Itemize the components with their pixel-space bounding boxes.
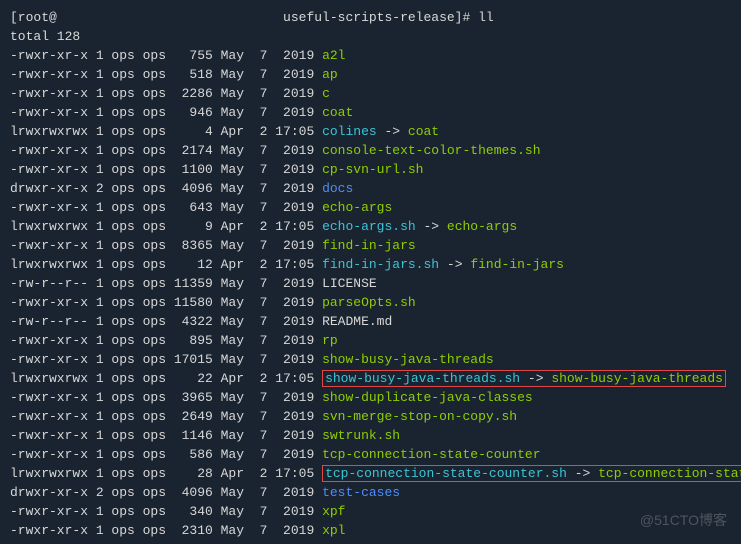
file-name: show-busy-java-threads <box>322 352 494 367</box>
file-name: LICENSE <box>322 276 377 291</box>
file-row: -rw-r--r-- 1 ops ops 11359 May 7 2019 LI… <box>10 274 731 293</box>
file-meta: -rwxr-xr-x 1 ops ops 946 May 7 2019 <box>10 105 322 120</box>
file-name: test-cases <box>322 485 400 500</box>
file-row: -rwxr-xr-x 1 ops ops 1100 May 7 2019 cp-… <box>10 160 731 179</box>
prompt-prefix: [root@ <box>10 10 57 25</box>
file-row: lrwxrwxrwx 1 ops ops 22 Apr 2 17:05 show… <box>10 369 731 388</box>
file-name: parseOpts.sh <box>322 295 416 310</box>
file-name: coat <box>322 105 353 120</box>
file-row: -rwxr-xr-x 1 ops ops 11580 May 7 2019 pa… <box>10 293 731 312</box>
file-name: a2l <box>322 48 345 63</box>
file-row: -rwxr-xr-x 1 ops ops 518 May 7 2019 ap <box>10 65 731 84</box>
prompt-redacted <box>57 10 275 25</box>
file-row: -rwxr-xr-x 1 ops ops 2286 May 7 2019 c <box>10 84 731 103</box>
file-name: README.md <box>322 314 392 329</box>
file-meta: -rwxr-xr-x 1 ops ops 1100 May 7 2019 <box>10 162 322 177</box>
command: ll <box>478 10 494 25</box>
file-name: show-duplicate-java-classes <box>322 390 533 405</box>
file-row: -rwxr-xr-x 1 ops ops 946 May 7 2019 coat <box>10 103 731 122</box>
file-name: xpl <box>322 523 345 538</box>
file-row: -rwxr-xr-x 1 ops ops 2174 May 7 2019 con… <box>10 141 731 160</box>
file-name: tcp-connection-state-counter.sh <box>325 466 567 481</box>
highlight-box: show-busy-java-threads.sh -> show-busy-j… <box>322 370 726 387</box>
file-meta: lrwxrwxrwx 1 ops ops 4 Apr 2 17:05 <box>10 124 322 139</box>
file-name: find-in-jars <box>322 238 416 253</box>
symlink-target: show-busy-java-threads <box>551 371 723 386</box>
symlink-arrow: -> <box>439 257 470 272</box>
file-row: lrwxrwxrwx 1 ops ops 28 Apr 2 17:05 tcp-… <box>10 464 731 483</box>
symlink-arrow: -> <box>567 466 598 481</box>
file-name: svn-merge-stop-on-copy.sh <box>322 409 517 424</box>
file-row: -rwxr-xr-x 1 ops ops 340 May 7 2019 xpf <box>10 502 731 521</box>
file-meta: lrwxrwxrwx 1 ops ops 28 Apr 2 17:05 <box>10 466 322 481</box>
file-row: drwxr-xr-x 2 ops ops 4096 May 7 2019 tes… <box>10 483 731 502</box>
file-row: -rwxr-xr-x 1 ops ops 643 May 7 2019 echo… <box>10 198 731 217</box>
file-meta: lrwxrwxrwx 1 ops ops 9 Apr 2 17:05 <box>10 219 322 234</box>
file-row: lrwxrwxrwx 1 ops ops 4 Apr 2 17:05 colin… <box>10 122 731 141</box>
file-name: show-busy-java-threads.sh <box>325 371 520 386</box>
file-meta: -rwxr-xr-x 1 ops ops 17015 May 7 2019 <box>10 352 322 367</box>
file-meta: -rwxr-xr-x 1 ops ops 2310 May 7 2019 <box>10 523 322 538</box>
file-name: find-in-jars.sh <box>322 257 439 272</box>
file-name: c <box>322 86 330 101</box>
watermark: @51CTO博客 <box>640 511 727 530</box>
file-meta: -rwxr-xr-x 1 ops ops 8365 May 7 2019 <box>10 238 322 253</box>
file-meta: -rwxr-xr-x 1 ops ops 755 May 7 2019 <box>10 48 322 63</box>
terminal-output: [root@ useful-scripts-release]# lltotal … <box>10 8 731 540</box>
prompt-line[interactable]: [root@ useful-scripts-release]# ll <box>10 8 731 27</box>
file-name: console-text-color-themes.sh <box>322 143 540 158</box>
file-row: -rwxr-xr-x 1 ops ops 2649 May 7 2019 svn… <box>10 407 731 426</box>
file-name: swtrunk.sh <box>322 428 400 443</box>
file-meta: -rwxr-xr-x 1 ops ops 643 May 7 2019 <box>10 200 322 215</box>
file-meta: -rwxr-xr-x 1 ops ops 11580 May 7 2019 <box>10 295 322 310</box>
file-meta: lrwxrwxrwx 1 ops ops 22 Apr 2 17:05 <box>10 371 322 386</box>
file-name: docs <box>322 181 353 196</box>
file-name: ap <box>322 67 338 82</box>
symlink-arrow: -> <box>377 124 408 139</box>
file-meta: -rwxr-xr-x 1 ops ops 2649 May 7 2019 <box>10 409 322 424</box>
symlink-target: echo-args <box>447 219 517 234</box>
file-meta: -rw-r--r-- 1 ops ops 4322 May 7 2019 <box>10 314 322 329</box>
prompt-suffix: useful-scripts-release]# <box>275 10 478 25</box>
file-row: -rwxr-xr-x 1 ops ops 895 May 7 2019 rp <box>10 331 731 350</box>
file-name: cp-svn-url.sh <box>322 162 423 177</box>
file-meta: -rwxr-xr-x 1 ops ops 518 May 7 2019 <box>10 67 322 82</box>
file-meta: -rwxr-xr-x 1 ops ops 895 May 7 2019 <box>10 333 322 348</box>
file-name: rp <box>322 333 338 348</box>
file-meta: -rwxr-xr-x 1 ops ops 2174 May 7 2019 <box>10 143 322 158</box>
file-name: echo-args.sh <box>322 219 416 234</box>
file-row: -rwxr-xr-x 1 ops ops 586 May 7 2019 tcp-… <box>10 445 731 464</box>
symlink-target: tcp-connection-state-counter <box>598 466 741 481</box>
file-row: drwxr-xr-x 2 ops ops 4096 May 7 2019 doc… <box>10 179 731 198</box>
file-name: tcp-connection-state-counter <box>322 447 540 462</box>
symlink-target: find-in-jars <box>470 257 564 272</box>
file-meta: drwxr-xr-x 2 ops ops 4096 May 7 2019 <box>10 485 322 500</box>
file-meta: -rwxr-xr-x 1 ops ops 2286 May 7 2019 <box>10 86 322 101</box>
file-meta: -rwxr-xr-x 1 ops ops 3965 May 7 2019 <box>10 390 322 405</box>
file-name: echo-args <box>322 200 392 215</box>
total-line: total 128 <box>10 27 731 46</box>
file-meta: -rwxr-xr-x 1 ops ops 1146 May 7 2019 <box>10 428 322 443</box>
file-meta: -rw-r--r-- 1 ops ops 11359 May 7 2019 <box>10 276 322 291</box>
file-row: -rwxr-xr-x 1 ops ops 8365 May 7 2019 fin… <box>10 236 731 255</box>
file-row: -rwxr-xr-x 1 ops ops 3965 May 7 2019 sho… <box>10 388 731 407</box>
file-meta: drwxr-xr-x 2 ops ops 4096 May 7 2019 <box>10 181 322 196</box>
symlink-target: coat <box>408 124 439 139</box>
file-meta: -rwxr-xr-x 1 ops ops 586 May 7 2019 <box>10 447 322 462</box>
symlink-arrow: -> <box>520 371 551 386</box>
symlink-arrow: -> <box>416 219 447 234</box>
file-row: -rw-r--r-- 1 ops ops 4322 May 7 2019 REA… <box>10 312 731 331</box>
file-row: lrwxrwxrwx 1 ops ops 12 Apr 2 17:05 find… <box>10 255 731 274</box>
file-row: lrwxrwxrwx 1 ops ops 9 Apr 2 17:05 echo-… <box>10 217 731 236</box>
file-row: -rwxr-xr-x 1 ops ops 1146 May 7 2019 swt… <box>10 426 731 445</box>
highlight-box: tcp-connection-state-counter.sh -> tcp-c… <box>322 465 741 482</box>
file-meta: -rwxr-xr-x 1 ops ops 340 May 7 2019 <box>10 504 322 519</box>
file-name: colines <box>322 124 377 139</box>
file-meta: lrwxrwxrwx 1 ops ops 12 Apr 2 17:05 <box>10 257 322 272</box>
file-row: -rwxr-xr-x 1 ops ops 755 May 7 2019 a2l <box>10 46 731 65</box>
file-row: -rwxr-xr-x 1 ops ops 17015 May 7 2019 sh… <box>10 350 731 369</box>
file-name: xpf <box>322 504 345 519</box>
file-row: -rwxr-xr-x 1 ops ops 2310 May 7 2019 xpl <box>10 521 731 540</box>
